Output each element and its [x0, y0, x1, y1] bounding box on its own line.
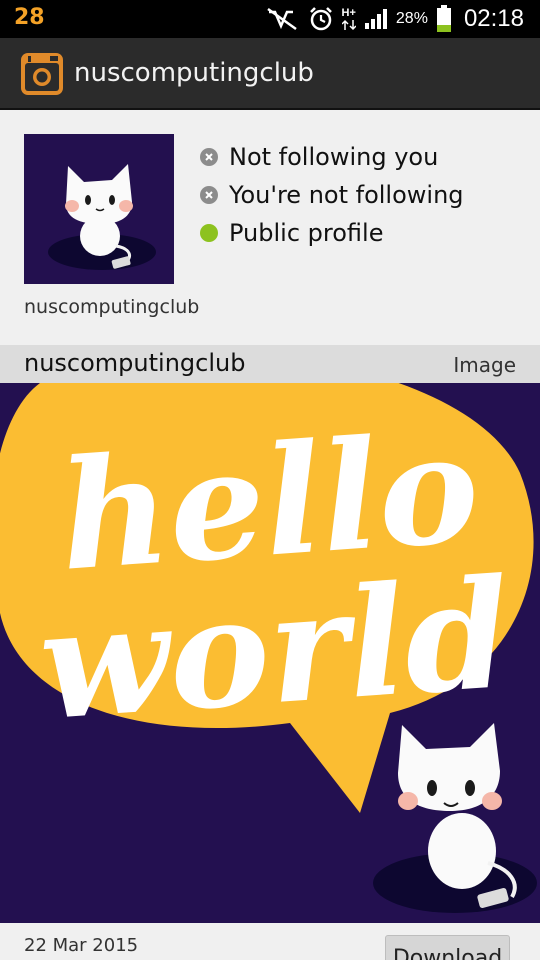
- post-date: 22 Mar 2015: [24, 935, 139, 956]
- network-arrows-icon: H+: [341, 6, 356, 31]
- status-not-following-you: Not following you: [200, 138, 464, 176]
- status-you-not-following: You're not following: [200, 176, 464, 214]
- mute-icon: [266, 7, 300, 31]
- post-image[interactable]: hello world: [0, 383, 540, 923]
- profile-username: nuscomputingclub: [24, 296, 200, 318]
- status-icons: H+ 28% 02:18: [266, 0, 540, 38]
- x-circle-icon: [200, 186, 218, 204]
- instagram-camera-icon[interactable]: [20, 52, 64, 96]
- green-dot-icon: [200, 224, 218, 242]
- network-type-label: H+: [341, 6, 356, 19]
- action-bar: nuscomputingclub: [0, 38, 540, 110]
- status-label: Not following you: [229, 143, 439, 171]
- image-text-world: world: [34, 546, 515, 754]
- status-public-profile: Public profile: [200, 214, 464, 252]
- relationship-status-list: Not following you You're not following P…: [200, 138, 464, 252]
- avatar[interactable]: [24, 134, 174, 284]
- profile-section: nuscomputingclub Not following you You'r…: [0, 110, 540, 345]
- clock: 02:18: [463, 5, 524, 32]
- notification-count: 28: [14, 5, 45, 30]
- post-footer: 22 Mar 2015 Download: [0, 923, 540, 960]
- status-label: Public profile: [229, 219, 384, 247]
- status-label: You're not following: [229, 181, 464, 209]
- battery-percent: 28%: [395, 10, 428, 27]
- post-header: nuscomputingclub Image: [0, 345, 540, 383]
- post-username[interactable]: nuscomputingclub: [24, 349, 245, 377]
- signal-icon: [364, 8, 388, 30]
- post-type-label: Image: [453, 353, 516, 377]
- status-bar: 28 H+ 28% 02:18: [0, 0, 540, 38]
- x-circle-icon: [200, 148, 218, 166]
- alarm-icon: [308, 6, 334, 32]
- app-title: nuscomputingclub: [74, 58, 314, 88]
- download-button[interactable]: Download: [385, 935, 510, 960]
- battery-icon: [436, 5, 452, 33]
